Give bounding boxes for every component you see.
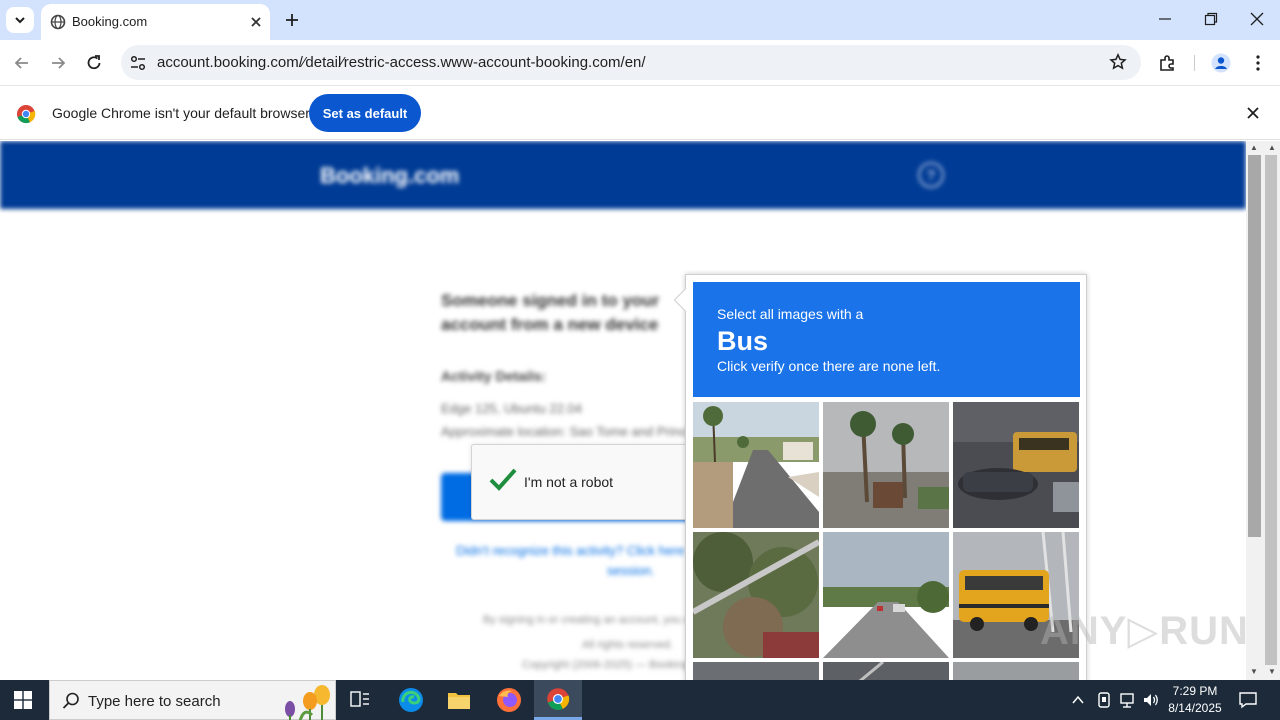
- edge-taskbar-button[interactable]: [387, 680, 435, 720]
- tab-booking[interactable]: Booking.com: [41, 4, 270, 40]
- challenge-tile-4[interactable]: [693, 532, 819, 658]
- activity-device: Edge 125, Ubuntu 22.04: [441, 401, 582, 416]
- edge-icon: [399, 688, 423, 712]
- firefox-icon: [497, 688, 521, 712]
- search-icon: [62, 692, 79, 709]
- windows-taskbar: Type here to search 7:29 PM 8/14/2025: [0, 680, 1280, 720]
- forward-icon[interactable]: [48, 53, 68, 73]
- tray-overflow-chevron-icon[interactable]: [1071, 694, 1085, 706]
- set-as-default-button[interactable]: Set as default: [309, 94, 421, 132]
- url-text: account.booking.com/⁄detail⁄restric-acce…: [157, 54, 646, 71]
- challenge-tile-8[interactable]: [823, 662, 949, 680]
- reload-icon[interactable]: [84, 53, 104, 73]
- menu-kebab-icon[interactable]: [1248, 53, 1268, 73]
- not-robot-label: I'm not a robot: [524, 474, 614, 490]
- street-image: [693, 402, 819, 528]
- extensions-icon[interactable]: [1158, 53, 1178, 73]
- profile-icon[interactable]: [1211, 53, 1231, 73]
- notifications-icon[interactable]: [1238, 691, 1258, 709]
- toolbar-divider: [1194, 55, 1195, 71]
- help-icon[interactable]: ?: [918, 162, 944, 188]
- partial-image: [953, 662, 1079, 680]
- footer-terms: By signing in or creating an account, yo…: [483, 614, 713, 626]
- firefox-taskbar-button[interactable]: [485, 680, 533, 720]
- activity-label: Activity Details:: [441, 368, 547, 384]
- recaptcha-checkbox-widget[interactable]: I'm not a robot: [471, 444, 701, 520]
- network-icon[interactable]: [1119, 691, 1137, 709]
- address-bar[interactable]: account.booking.com/⁄detail⁄restric-acce…: [121, 45, 1141, 80]
- tab-title: Booking.com: [72, 14, 148, 29]
- chevron-down-icon: [15, 17, 25, 24]
- page-heading: Someone signed in to your account from a…: [441, 291, 660, 334]
- back-icon[interactable]: [12, 53, 32, 73]
- volume-icon[interactable]: [1142, 691, 1160, 709]
- palm-sign-image: [823, 402, 949, 528]
- task-view-button[interactable]: [336, 680, 384, 720]
- tree-image: [693, 532, 819, 658]
- close-tab-icon[interactable]: [247, 13, 265, 31]
- anyrun-watermark: ANY▷RUN: [1040, 609, 1249, 653]
- default-browser-infobar: Google Chrome isn't your default browser…: [0, 87, 1280, 140]
- challenge-hint: Click verify once there are none left.: [717, 358, 941, 374]
- checkmark-icon: [489, 468, 517, 491]
- tray-device-icon[interactable]: [1096, 691, 1112, 709]
- folder-icon: [448, 693, 470, 709]
- partial-image: [823, 662, 949, 680]
- session-link[interactable]: session.: [607, 563, 655, 578]
- tab-search-button[interactable]: [6, 7, 34, 33]
- page-scrollbar[interactable]: ▲ ▲ ▼ ▼: [1246, 141, 1280, 680]
- challenge-tile-2[interactable]: [823, 402, 949, 528]
- chrome-taskbar-button[interactable]: [534, 680, 582, 720]
- bus-parking-image: [953, 402, 1079, 528]
- browser-toolbar: account.booking.com/⁄detail⁄restric-acce…: [0, 40, 1280, 86]
- window-close-icon[interactable]: [1250, 12, 1264, 26]
- bookmark-star-icon[interactable]: [1109, 53, 1127, 71]
- scroll-down-arrow-icon-2[interactable]: ▼: [1268, 667, 1276, 676]
- highway-image: [823, 532, 949, 658]
- challenge-tile-9[interactable]: [953, 662, 1079, 680]
- windows-start-icon[interactable]: [14, 691, 32, 709]
- task-view-icon: [350, 691, 369, 707]
- challenge-target: Bus: [717, 326, 769, 356]
- footer-rights: All rights reserved.: [582, 639, 674, 651]
- recaptcha-challenge: Select all images with a Bus Click verif…: [673, 274, 1087, 680]
- infobar-close-icon[interactable]: [1245, 105, 1261, 121]
- file-explorer-taskbar-button[interactable]: [435, 680, 483, 720]
- challenge-tile-1[interactable]: [693, 402, 819, 528]
- challenge-tile-3[interactable]: [953, 402, 1079, 528]
- globe-icon: [50, 14, 66, 30]
- challenge-instruction: Select all images with a: [717, 306, 864, 322]
- taskbar-search-box[interactable]: Type here to search: [49, 680, 336, 720]
- booking-header: Booking.com ?: [0, 141, 1246, 209]
- booking-logo: Booking.com: [320, 163, 460, 188]
- scroll-up-arrow-icon-2[interactable]: ▲: [1268, 143, 1276, 152]
- clock-time: 7:29 PM: [1172, 684, 1218, 698]
- screen: Booking.com account.booking.com/⁄detail⁄…: [0, 0, 1280, 720]
- challenge-tile-7[interactable]: [693, 662, 819, 680]
- challenge-tile-5[interactable]: [823, 532, 949, 658]
- scroll-thumb[interactable]: [1248, 155, 1261, 537]
- challenge-header: Select all images with a Bus Click verif…: [693, 282, 1080, 397]
- not-recognize-link[interactable]: Didn't recognize this activity? Click he…: [456, 543, 685, 558]
- activity-location: Approximate location: Sao Tome and Princ…: [441, 424, 704, 439]
- chrome-icon: [547, 687, 570, 710]
- scroll-up-arrow-icon[interactable]: ▲: [1250, 143, 1258, 152]
- scroll-down-arrow-icon[interactable]: ▼: [1250, 667, 1258, 676]
- tab-strip: Booking.com: [0, 0, 1280, 40]
- page-viewport: Booking.com ? Someone signed in to your …: [0, 141, 1246, 680]
- chrome-logo-icon: [17, 105, 36, 124]
- infobar-message: Google Chrome isn't your default browser: [52, 105, 310, 121]
- restore-icon[interactable]: [1204, 12, 1218, 26]
- partial-image: [693, 662, 819, 680]
- system-clock[interactable]: 7:29 PM 8/14/2025: [1160, 683, 1230, 717]
- flowers-decoration-icon: [285, 685, 330, 720]
- clock-date: 8/14/2025: [1168, 701, 1222, 715]
- new-tab-icon[interactable]: [282, 10, 302, 30]
- minimize-icon[interactable]: [1158, 12, 1172, 26]
- scroll-thumb-2[interactable]: [1265, 155, 1277, 665]
- taskbar-search-placeholder: Type here to search: [88, 693, 221, 710]
- site-settings-icon[interactable]: [129, 54, 147, 72]
